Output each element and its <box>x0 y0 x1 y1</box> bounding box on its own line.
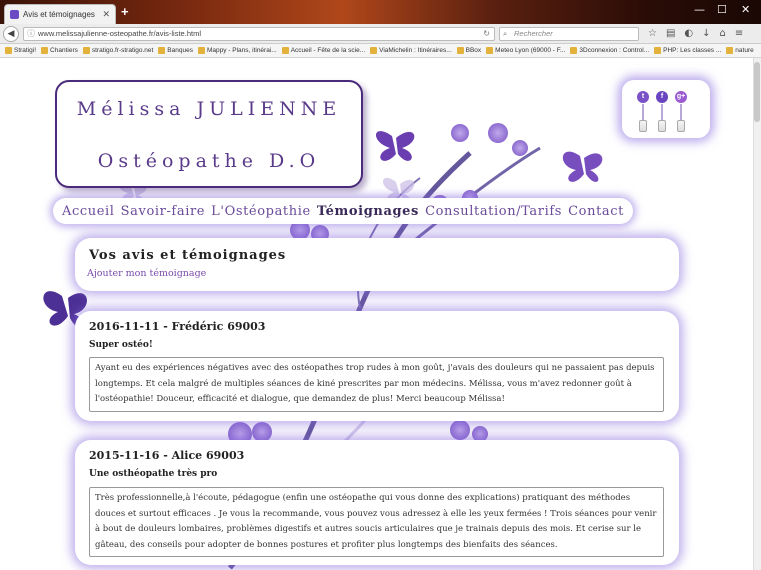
bookmark-folder-icon <box>726 47 734 54</box>
nav-osteopathie[interactable]: L'Ostéopathie <box>211 204 311 219</box>
close-tab-icon[interactable]: ✕ <box>102 9 110 20</box>
googleplus-icon[interactable]: g+ <box>675 91 687 103</box>
site-info-icon[interactable]: ⓘ <box>27 28 35 40</box>
bookmark-label: PHP: Les classes ... <box>663 47 722 54</box>
bookmark-item[interactable]: Mappy - Plans, itinérai... <box>197 47 277 54</box>
nav-temoignages[interactable]: Témoignages <box>317 204 419 219</box>
bookmark-item[interactable]: Stratigi! <box>5 47 36 54</box>
add-testimonial-link[interactable]: Ajouter mon témoignage <box>87 268 206 279</box>
web-page: Mélissa JULIENNE Ostéopathe D.O t f g+ A… <box>0 58 761 570</box>
address-url: www.melissajulienne-osteopathe.fr/avis-l… <box>38 29 201 38</box>
nav-contact[interactable]: Contact <box>568 204 624 219</box>
bookmark-label: 3Dconnexion : Control... <box>579 47 650 54</box>
review-title: Une osthéopathe très pro <box>89 469 218 479</box>
bookmark-folder-icon <box>197 47 205 54</box>
browser-toolbar: ◀ ⓘ www.melissajulienne-osteopathe.fr/av… <box>0 24 761 44</box>
practitioner-name: Mélissa JULIENNE <box>76 98 342 120</box>
bookmark-item[interactable]: PHP: Les classes ... <box>654 47 721 54</box>
bookmark-folder-icon <box>281 47 289 54</box>
bookmark-item[interactable]: Chantiers <box>41 47 78 54</box>
bookmark-label: Banques <box>167 47 193 54</box>
bookmark-folder-icon <box>654 47 662 54</box>
bookmark-label: BBox <box>465 47 482 54</box>
browser-tab[interactable]: Avis et témoignages ✕ <box>4 4 116 24</box>
tab-title: Avis et témoignages <box>23 10 95 19</box>
bookmark-label: Chantiers <box>50 47 78 54</box>
bookmark-item[interactable]: Meteo Lyon (69000 - F... <box>486 47 565 54</box>
bookmark-label: Stratigi! <box>14 47 37 54</box>
bookmark-item[interactable]: 3Dconnexion : Control... <box>570 47 649 54</box>
wind-chime-icon <box>639 120 647 132</box>
review-header: 2016-11-11 - Frédéric 69003 <box>89 320 266 333</box>
site-header-box: Mélissa JULIENNE Ostéopathe D.O <box>55 80 363 188</box>
wind-chime-icon <box>658 120 666 132</box>
facebook-icon[interactable]: f <box>656 91 668 103</box>
twitter-icon[interactable]: t <box>637 91 649 103</box>
bookmark-folder-icon <box>158 47 166 54</box>
toolbar-icons: ☆ ▤ ◐ ↓ ⌂ ≡ <box>648 27 743 41</box>
address-bar[interactable]: ⓘ www.melissajulienne-osteopathe.fr/avis… <box>23 27 495 41</box>
testimonials-heading-card: Vos avis et témoignages Ajouter mon témo… <box>75 238 679 291</box>
main-navigation: Accueil Savoir-faire L'Ostéopathie Témoi… <box>53 198 633 224</box>
download-icon[interactable]: ↓ <box>702 27 710 41</box>
reload-icon[interactable]: ↻ <box>483 28 490 40</box>
review-title: Super ostéo! <box>89 340 153 350</box>
bookmark-folder-icon <box>456 47 464 54</box>
bookmark-folder-icon <box>82 47 90 54</box>
home-icon[interactable]: ⌂ <box>720 27 726 41</box>
bookmark-label: nature <box>735 47 754 54</box>
bookmark-folder-icon <box>570 47 578 54</box>
search-placeholder: Rechercher <box>514 29 553 38</box>
bookmark-label: ViaMichelin : Itinéraires... <box>379 47 452 54</box>
menu-icon[interactable]: ≡ <box>735 27 743 41</box>
new-tab-icon[interactable]: + <box>121 4 129 20</box>
review-header: 2015-11-16 - Alice 69003 <box>89 449 245 462</box>
bookmark-item[interactable]: ViaMichelin : Itinéraires... <box>370 47 452 54</box>
nav-consultation-tarifs[interactable]: Consultation/Tarifs <box>425 204 562 219</box>
vertical-scrollbar[interactable] <box>753 58 761 570</box>
search-input[interactable]: ⌕ Rechercher <box>499 27 639 41</box>
bookmark-item[interactable]: Banques <box>158 47 193 54</box>
bookmark-label: Mappy - Plans, itinérai... <box>206 47 277 54</box>
maximize-icon[interactable]: ☐ <box>717 3 727 16</box>
bookmark-label: stratigo.fr-stratigo.net <box>91 47 154 54</box>
review-text: Ayant eu des expériences négatives avec … <box>89 357 664 412</box>
bookmark-folder-icon <box>5 47 12 54</box>
bookmark-star-icon[interactable]: ☆ <box>648 27 657 41</box>
bookmark-folder-icon <box>370 47 378 54</box>
nav-savoir-faire[interactable]: Savoir-faire <box>121 204 205 219</box>
favicon-icon <box>10 10 19 19</box>
search-icon: ⌕ <box>503 29 508 38</box>
bookmark-folder-icon <box>486 47 494 54</box>
social-links-box: t f g+ <box>622 80 710 138</box>
review-card: 2015-11-16 - Alice 69003 Une osthéopathe… <box>75 440 679 565</box>
scrollbar-thumb[interactable] <box>754 62 760 122</box>
bookmark-label: Meteo Lyon (69000 - F... <box>495 47 566 54</box>
browser-tab-bar: Avis et témoignages ✕ + — ☐ ✕ <box>0 0 761 24</box>
nav-accueil[interactable]: Accueil <box>62 204 115 219</box>
bookmark-label: Accueil - Fête de la scie... <box>290 47 366 54</box>
page-title: Vos avis et témoignages <box>89 248 287 263</box>
bookmark-item[interactable]: stratigo.fr-stratigo.net <box>82 47 154 54</box>
back-icon[interactable]: ◀ <box>3 26 19 42</box>
wind-chime-icon <box>677 120 685 132</box>
pocket-icon[interactable]: ◐ <box>684 27 693 41</box>
bookmarks-bar: Stratigi! Chantiers stratigo.fr-stratigo.n… <box>0 44 761 58</box>
bookmark-item[interactable]: BBox <box>456 47 482 54</box>
review-card: 2016-11-11 - Frédéric 69003 Super ostéo!… <box>75 311 679 421</box>
close-window-icon[interactable]: ✕ <box>741 3 750 16</box>
reading-list-icon[interactable]: ▤ <box>666 27 675 41</box>
minimize-icon[interactable]: — <box>694 3 705 16</box>
practitioner-title: Ostéopathe D.O <box>97 150 321 172</box>
bookmark-item[interactable]: Accueil - Fête de la scie... <box>281 47 366 54</box>
bookmark-item[interactable]: nature <box>726 47 754 54</box>
review-text: Très professionnelle,à l'écoute, pédagog… <box>89 487 664 557</box>
bookmark-folder-icon <box>41 47 49 54</box>
